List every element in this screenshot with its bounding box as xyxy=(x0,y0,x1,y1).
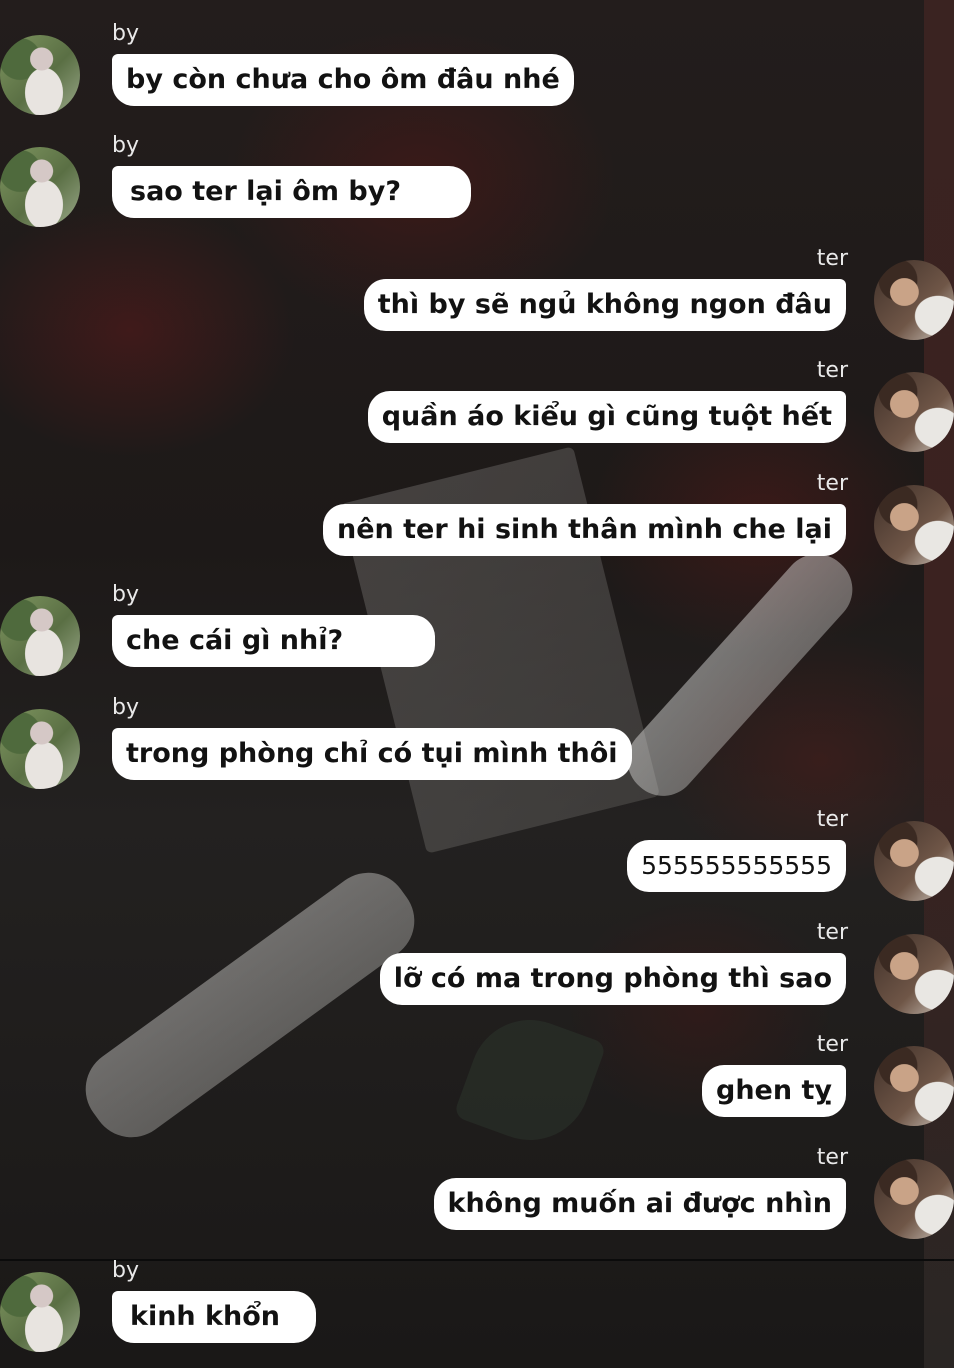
message-row: ter ghen tỵ xyxy=(0,1030,954,1130)
avatar[interactable] xyxy=(0,35,80,115)
avatar[interactable] xyxy=(874,372,954,452)
avatar[interactable] xyxy=(874,934,954,1014)
avatar[interactable] xyxy=(0,709,80,789)
message-bubble[interactable]: che cái gì nhỉ? xyxy=(112,615,436,667)
sender-name: ter xyxy=(816,246,848,271)
message-bubble[interactable]: lỡ có ma trong phòng thì sao xyxy=(379,953,846,1005)
message-bubble[interactable]: ghen tỵ xyxy=(702,1065,846,1117)
message-bubble[interactable]: quần áo kiểu gì cũng tuột hết xyxy=(367,391,846,443)
sender-name: ter xyxy=(816,471,848,496)
avatar[interactable] xyxy=(0,147,80,227)
message-bubble[interactable]: thì by sẽ ngủ không ngon đâu xyxy=(363,279,846,331)
avatar[interactable] xyxy=(874,821,954,901)
message-thread: by by còn chưa cho ôm đâu nhé by sao ter… xyxy=(0,0,954,1368)
message-row: by sao ter lại ôm by? xyxy=(0,131,954,231)
message-bubble[interactable]: nên ter hi sinh thân mình che lại xyxy=(322,504,846,556)
message-bubble[interactable]: kinh khổn xyxy=(112,1291,317,1343)
avatar[interactable] xyxy=(874,1159,954,1239)
message-bubble[interactable]: by còn chưa cho ôm đâu nhé xyxy=(112,54,574,106)
avatar[interactable] xyxy=(874,485,954,565)
message-row: ter nên ter hi sinh thân mình che lại xyxy=(0,469,954,569)
avatar[interactable] xyxy=(0,596,80,676)
message-row: by kinh khổn xyxy=(0,1256,954,1356)
sender-name: by xyxy=(112,133,139,158)
sender-name: ter xyxy=(816,1145,848,1170)
message-bubble[interactable]: 555555555555 xyxy=(627,840,846,892)
avatar[interactable] xyxy=(874,1046,954,1126)
sender-name: ter xyxy=(816,807,848,832)
sender-name: ter xyxy=(816,920,848,945)
avatar[interactable] xyxy=(0,1272,80,1352)
message-bubble[interactable]: không muốn ai được nhìn xyxy=(433,1178,846,1230)
sender-name: by xyxy=(112,582,139,607)
sender-name: by xyxy=(112,1258,139,1283)
message-row: ter thì by sẽ ngủ không ngon đâu xyxy=(0,244,954,344)
message-row: ter lỡ có ma trong phòng thì sao xyxy=(0,918,954,1018)
sender-name: by xyxy=(112,21,139,46)
message-row: ter không muốn ai được nhìn xyxy=(0,1143,954,1243)
sender-name: by xyxy=(112,695,139,720)
message-row: by trong phòng chỉ có tụi mình thôi xyxy=(0,693,954,793)
message-bubble[interactable]: sao ter lại ôm by? xyxy=(112,166,471,218)
message-bubble[interactable]: trong phòng chỉ có tụi mình thôi xyxy=(112,728,632,780)
sender-name: ter xyxy=(816,1032,848,1057)
message-row: by by còn chưa cho ôm đâu nhé xyxy=(0,19,954,119)
message-row: ter quần áo kiểu gì cũng tuột hết xyxy=(0,356,954,456)
message-row: ter 555555555555 xyxy=(0,805,954,905)
avatar[interactable] xyxy=(874,260,954,340)
message-row: by che cái gì nhỉ? xyxy=(0,580,954,680)
sender-name: ter xyxy=(816,358,848,383)
